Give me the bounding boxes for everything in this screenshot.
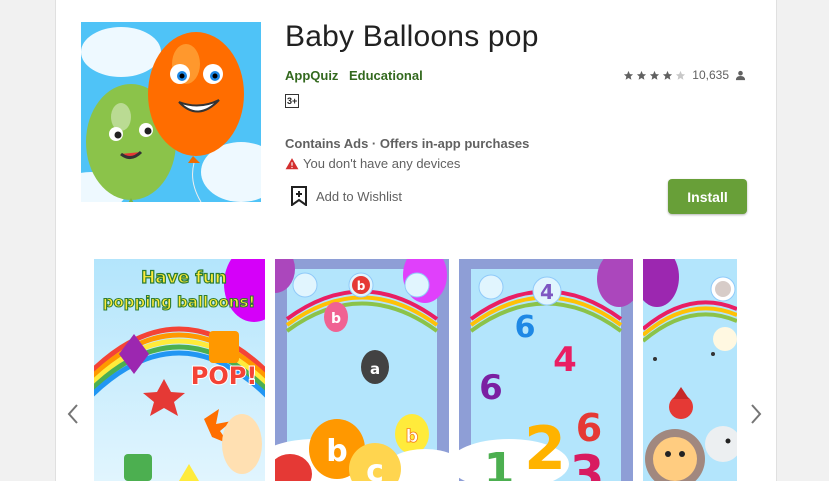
shot2-letter-2: b — [326, 434, 347, 469]
add-to-wishlist-button[interactable]: Add to Wishlist — [291, 186, 402, 206]
wishlist-label: Add to Wishlist — [316, 188, 402, 204]
shot1-headline-2: popping balloons! — [103, 293, 256, 311]
ads-notice: Contains Ads · Offers in-app purchases — [285, 136, 530, 151]
app-icon — [81, 22, 261, 202]
developer-link[interactable]: AppQuiz — [285, 68, 338, 83]
shot3-number-6: 2 — [524, 414, 566, 481]
shot3-number-3: 6 — [479, 368, 503, 408]
device-warning: You don't have any devices — [285, 156, 460, 171]
screenshot-3[interactable]: 4 6 4 6 6 1 2 3 — [459, 259, 633, 481]
shot2-balloon-a: a — [370, 360, 380, 378]
app-details-card: Baby Balloons pop AppQuiz Educational 10… — [55, 0, 777, 481]
device-warning-text: You don't have any devices — [303, 156, 461, 171]
shot3-number-4: 6 — [576, 406, 602, 450]
content-rating-badge: 3+ — [285, 94, 300, 108]
chevron-right-icon[interactable] — [749, 401, 763, 427]
bookmark-add-icon — [291, 186, 307, 206]
star-icon — [637, 70, 647, 80]
shot3-number-2: 4 — [553, 340, 577, 380]
shot3-number-5: 1 — [484, 444, 515, 481]
rating-summary: 10,635 — [623, 68, 746, 82]
screenshot-4[interactable] — [643, 259, 737, 481]
install-button[interactable]: Install — [668, 179, 747, 214]
shot1-headline-1: Have fun — [141, 268, 227, 288]
rating-stars — [623, 70, 686, 81]
chevron-left-icon[interactable] — [66, 401, 80, 427]
screenshot-1[interactable]: Have fun popping balloons! POP! — [94, 259, 265, 481]
person-icon — [735, 70, 746, 80]
category-link[interactable]: Educational — [349, 68, 423, 83]
star-empty-icon — [676, 70, 686, 80]
star-icon — [650, 70, 660, 80]
shot3-number-1: 6 — [515, 310, 536, 345]
rating-count[interactable]: 10,635 — [692, 68, 729, 82]
screenshot-2[interactable]: b b a b b c — [275, 259, 449, 481]
shot3-number-7: 3 — [570, 445, 605, 481]
shot2-balloon-b: b — [331, 311, 341, 327]
star-icon — [624, 70, 634, 80]
warning-icon — [285, 157, 299, 169]
app-title: Baby Balloons pop — [285, 20, 539, 53]
star-icon — [663, 70, 673, 80]
shot2-letter-1: b — [406, 426, 419, 447]
shot2-letter-3: c — [366, 454, 384, 481]
shot3-bubble-number: 4 — [540, 280, 554, 304]
shot1-pop-label: POP! — [191, 362, 258, 390]
shot2-bubble-letter: b — [357, 279, 366, 293]
